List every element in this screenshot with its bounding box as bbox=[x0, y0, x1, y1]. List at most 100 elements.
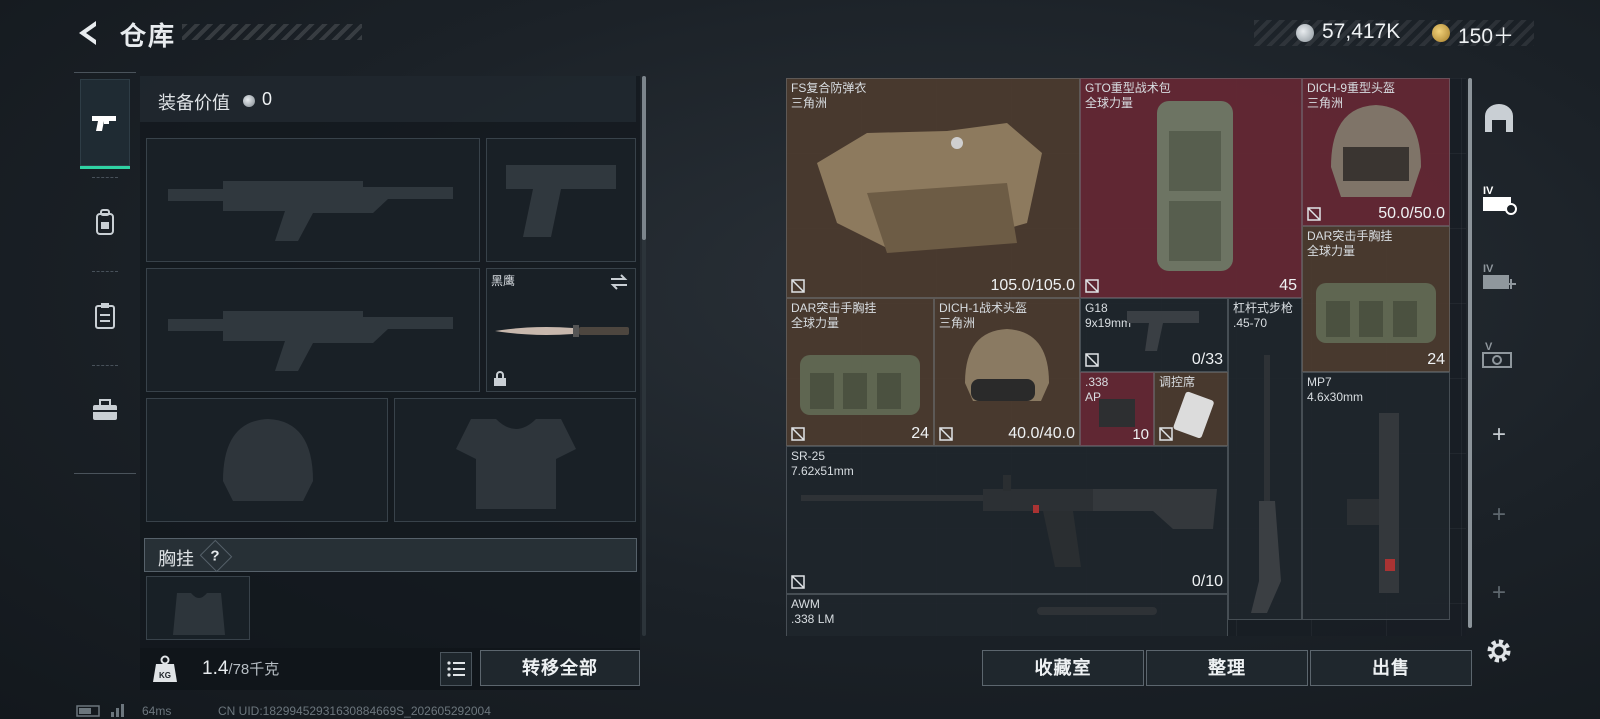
svg-text:IV: IV bbox=[1483, 263, 1494, 275]
body-armor-slot[interactable] bbox=[394, 398, 636, 522]
svg-text:V: V bbox=[1485, 341, 1493, 353]
lock-icon bbox=[494, 371, 506, 386]
chest-rig-slot[interactable] bbox=[146, 576, 250, 640]
clipboard-icon bbox=[95, 303, 115, 329]
chest-rig-icon bbox=[800, 355, 920, 415]
helmet-icon bbox=[1331, 105, 1421, 197]
pistol-silhouette-icon bbox=[506, 165, 616, 237]
list-icon bbox=[447, 661, 465, 677]
storage-v-tab[interactable]: V bbox=[1476, 332, 1522, 378]
no-insure-icon bbox=[791, 427, 805, 441]
storage-item[interactable]: DAR突击手胸挂 全球力量 24 bbox=[786, 298, 934, 446]
svg-text:KG: KG bbox=[159, 671, 171, 680]
user-uid: CN UID:18299452931630884669S_20260529200… bbox=[218, 704, 491, 718]
storage-item[interactable]: DICH-9重型头盔 三角洲 50.0/50.0 bbox=[1302, 78, 1450, 226]
no-insure-icon bbox=[939, 427, 953, 441]
back-arrow-icon[interactable] bbox=[74, 18, 104, 48]
no-insure-icon bbox=[791, 575, 805, 589]
silver-currency-value: 57,417K bbox=[1322, 20, 1401, 43]
backpack-icon bbox=[1157, 101, 1233, 271]
toolbox-icon bbox=[93, 399, 117, 420]
primary-weapon-slot-2[interactable] bbox=[146, 268, 480, 392]
storage-v-icon: V bbox=[1482, 341, 1512, 368]
equipment-value: 0 bbox=[262, 89, 273, 109]
sell-button[interactable]: 出售 bbox=[1310, 650, 1472, 686]
safe-icon bbox=[1485, 104, 1513, 132]
backpack-icon bbox=[96, 209, 114, 235]
sort-button[interactable]: 整理 bbox=[1146, 650, 1308, 686]
storage-item[interactable]: DICH-1战术头盔 三角洲 40.0/40.0 bbox=[934, 298, 1080, 446]
equipment-scrollbar[interactable] bbox=[642, 76, 646, 240]
add-storage-tab-2[interactable]: + bbox=[1476, 492, 1522, 538]
swap-icon[interactable] bbox=[609, 273, 629, 291]
rifle-silhouette-icon bbox=[168, 311, 453, 371]
tag-card-icon bbox=[1173, 391, 1214, 439]
carry-weight: 1.4/78千克 bbox=[202, 658, 280, 679]
lever-rifle-icon bbox=[1251, 355, 1281, 613]
smg-icon bbox=[1347, 413, 1399, 593]
pistol-icon bbox=[1127, 311, 1199, 351]
list-view-button[interactable] bbox=[440, 652, 472, 686]
melee-name: 黑鹰 bbox=[491, 274, 516, 288]
chest-rig-icon bbox=[1316, 283, 1436, 343]
pistol-icon bbox=[92, 115, 116, 131]
storage-scrollbar[interactable] bbox=[1468, 78, 1472, 628]
chest-rig-label: 胸挂 bbox=[158, 549, 194, 569]
ping-value: 64ms bbox=[142, 704, 172, 718]
storage-item[interactable]: 调控席 bbox=[1154, 372, 1228, 446]
svg-text:IV: IV bbox=[1483, 185, 1494, 197]
equipment-nav bbox=[74, 72, 136, 474]
storage-grid: FS复合防弹衣 三角洲 105.0/105.0 GTO重型战术包 全球力量 45 D… bbox=[786, 78, 1466, 636]
safe-box-tab[interactable] bbox=[1476, 96, 1522, 142]
equipment-value-label: 装备价值 bbox=[158, 93, 230, 113]
add-storage-tab-3[interactable]: + bbox=[1476, 570, 1522, 616]
plus-icon: + bbox=[1491, 421, 1506, 448]
battery-icon bbox=[76, 705, 100, 717]
gear-icon bbox=[1487, 639, 1511, 663]
gold-currency-value[interactable]: 150＋ bbox=[1458, 20, 1514, 50]
gold-coin-icon bbox=[1432, 24, 1450, 42]
no-insure-icon bbox=[1307, 207, 1321, 221]
storage-item[interactable]: SR-25 7.62x51mm 0/10 bbox=[786, 446, 1228, 594]
collection-room-button[interactable]: 收藏室 bbox=[982, 650, 1144, 686]
settings-button[interactable] bbox=[1476, 628, 1522, 674]
plus-icon: + bbox=[1491, 501, 1506, 528]
no-insure-icon bbox=[1085, 279, 1099, 293]
armor-silhouette-icon bbox=[456, 419, 576, 509]
weapons-tab[interactable] bbox=[80, 79, 130, 169]
primary-weapon-slot[interactable] bbox=[146, 138, 480, 262]
page-title: 仓库 bbox=[120, 21, 177, 51]
storage-iv-add-tab[interactable]: IV bbox=[1476, 254, 1522, 300]
storage-item[interactable]: FS复合防弹衣 三角洲 105.0/105.0 bbox=[786, 78, 1080, 298]
secondary-weapon-slot[interactable] bbox=[486, 138, 636, 262]
helmet-slot[interactable] bbox=[146, 398, 388, 522]
helmet-icon bbox=[965, 329, 1049, 401]
storage-iv-icon: IV bbox=[1483, 185, 1517, 215]
ammo-box-icon bbox=[1099, 399, 1135, 427]
title-decoration bbox=[182, 24, 362, 40]
add-storage-tab-1[interactable]: + bbox=[1476, 412, 1522, 458]
melee-slot[interactable]: 黑鹰 bbox=[486, 268, 636, 392]
toolbox-tab[interactable] bbox=[80, 365, 130, 455]
storage-item[interactable]: .338 AP 10 bbox=[1080, 372, 1154, 446]
storage-iv-tab[interactable]: IV bbox=[1476, 176, 1522, 222]
no-insure-icon bbox=[1159, 427, 1173, 441]
helmet-silhouette-icon bbox=[223, 419, 313, 501]
knife-icon bbox=[495, 325, 629, 337]
storage-item[interactable]: 杠杆式步枪 .45-70 bbox=[1228, 298, 1302, 620]
body-armor-icon bbox=[817, 123, 1042, 253]
clipboard-tab[interactable] bbox=[80, 271, 130, 361]
backpack-tab[interactable] bbox=[80, 177, 130, 267]
no-insure-icon bbox=[791, 279, 805, 293]
storage-item[interactable]: G18 9x19mm 0/33 bbox=[1080, 298, 1228, 372]
sniper-rifle-icon bbox=[801, 475, 1217, 567]
storage-item[interactable]: MP7 4.6x30mm bbox=[1302, 372, 1450, 620]
chest-rig-silhouette-icon bbox=[173, 593, 225, 635]
storage-item[interactable]: GTO重型战术包 全球力量 45 bbox=[1080, 78, 1302, 298]
coin-icon bbox=[243, 95, 255, 107]
storage-item[interactable]: AWM .338 LM bbox=[786, 594, 1228, 636]
scope-icon bbox=[1037, 607, 1157, 615]
rifle-silhouette-icon bbox=[168, 181, 453, 241]
transfer-all-button[interactable]: 转移全部 bbox=[480, 650, 640, 686]
storage-item[interactable]: DAR突击手胸挂 全球力量 24 bbox=[1302, 226, 1450, 372]
